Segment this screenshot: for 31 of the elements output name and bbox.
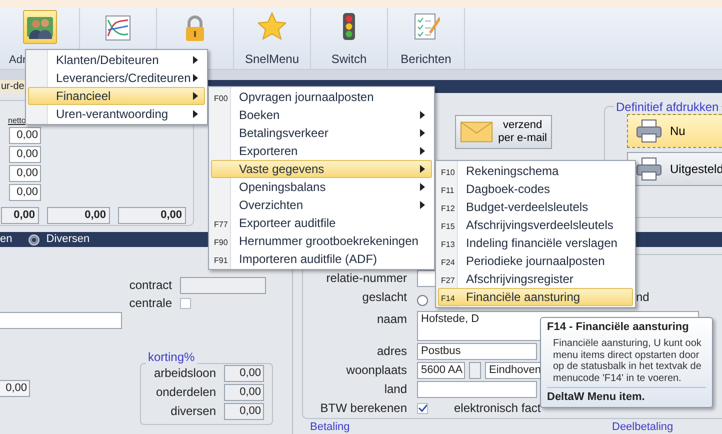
field-label: onderdelen [156, 384, 216, 401]
shortcut-code: F11 [441, 186, 454, 195]
shortcut-code: F13 [441, 240, 455, 249]
field-label: centrale [128, 295, 172, 312]
shortcut-code: F91 [214, 256, 228, 265]
group-title: Betaling [310, 421, 350, 433]
shortcut-code: F14 [441, 294, 455, 303]
shortcut-code: F77 [214, 220, 228, 229]
field-label: contract [128, 277, 172, 294]
shortcut-code: F00 [214, 94, 228, 103]
field-label: geslacht [361, 289, 407, 306]
tooltip-title: F14 - Financiële aansturing [547, 321, 690, 334]
group-title: Deelbetaling [612, 421, 674, 433]
tooltip-footer: DeltaW Menu item. [547, 387, 706, 404]
shortcut-code: F24 [441, 258, 455, 267]
column-header: netto [8, 116, 26, 125]
shortcut-code: F27 [441, 276, 455, 285]
field-label: adres [376, 342, 407, 360]
field-label: diversen [170, 403, 216, 420]
field-label: woonplaats [345, 362, 407, 378]
field-label: BTW berekenen [319, 400, 407, 416]
field-label: land [383, 380, 407, 398]
field-label: arbeidsloon [154, 365, 216, 382]
shortcut-code: F90 [214, 238, 228, 247]
field-label: relatie-nummer [325, 270, 407, 287]
field-label: naam [376, 310, 407, 328]
field-label: elektronisch fact [454, 400, 541, 416]
shortcut-code: F12 [441, 204, 455, 213]
option-label: nd [636, 289, 650, 306]
shortcut-code: F15 [441, 222, 455, 231]
shortcut-code: F10 [441, 168, 455, 177]
